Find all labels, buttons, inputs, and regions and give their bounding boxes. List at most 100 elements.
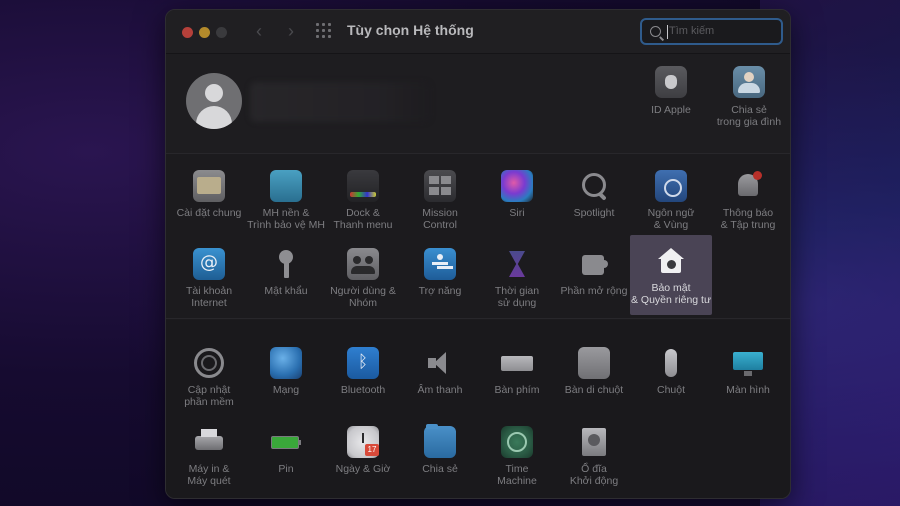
apple-id-icon — [655, 66, 687, 98]
zoom-window-button[interactable] — [216, 27, 227, 38]
pref-item-displays[interactable]: Màn hình — [707, 337, 789, 417]
pref-item-notifications[interactable]: Thông báo & Tập trung — [707, 160, 789, 240]
pref-label: Ngôn ngữ & Vùng — [647, 207, 695, 231]
pref-label: Người dùng & Nhóm — [330, 285, 396, 309]
pref-label: MH nền & Trình bảo vệ MH — [247, 207, 325, 231]
sharing-icon — [424, 424, 456, 458]
network-icon — [270, 347, 302, 379]
sound-icon — [424, 347, 456, 379]
minimize-window-button[interactable] — [199, 27, 210, 38]
pref-item-general[interactable]: Cài đặt chung — [168, 160, 250, 240]
pref-label: Bàn di chuột — [564, 384, 624, 396]
pref-item-accessibility[interactable]: Trợ năng — [399, 238, 481, 318]
mission-control-icon — [424, 170, 456, 202]
pref-item-security-privacy[interactable]: Bảo mật & Quyền riêng tư — [630, 235, 712, 315]
pref-item-mouse[interactable]: Chuột — [630, 337, 712, 417]
pref-item-users-groups[interactable]: Người dùng & Nhóm — [322, 238, 404, 318]
pref-item-startup-disk[interactable]: Ổ đĩa Khởi động — [553, 416, 635, 496]
pref-item-desktop-screensaver[interactable]: MH nền & Trình bảo vệ MH — [245, 160, 327, 240]
user-avatar[interactable] — [186, 73, 242, 129]
user-account-section: ID Apple Chia sẻ trong gia đình — [166, 54, 790, 154]
pref-item-sound[interactable]: Âm thanh — [399, 337, 481, 417]
apple-id-item[interactable]: ID Apple — [631, 66, 711, 116]
search-icon — [650, 26, 661, 37]
pref-item-spotlight[interactable]: Spotlight — [553, 160, 635, 240]
pref-item-network[interactable]: Mạng — [245, 337, 327, 417]
pref-item-siri[interactable]: Siri — [476, 160, 558, 240]
extensions-icon — [578, 248, 610, 280]
pref-item-time-machine[interactable]: Time Machine — [476, 416, 558, 496]
title-bar: ‹ › Tùy chọn Hệ thống Tìm kiếm — [166, 10, 790, 54]
family-sharing-item[interactable]: Chia sẻ trong gia đình — [709, 66, 789, 128]
pref-label: Màn hình — [726, 384, 770, 396]
pref-item-battery[interactable]: Pin — [245, 416, 327, 496]
time-machine-icon — [501, 426, 533, 458]
pref-item-bluetooth[interactable]: Bluetooth — [322, 337, 404, 417]
trackpad-icon — [578, 347, 610, 379]
language-region-icon — [655, 170, 687, 202]
internet-accounts-icon — [193, 248, 225, 280]
keyboard-icon — [501, 347, 533, 379]
pref-item-passwords[interactable]: Mật khẩu — [245, 238, 327, 318]
pref-label: Máy in & Máy quét — [187, 463, 231, 487]
pref-item-keyboard[interactable]: Bàn phím — [476, 337, 558, 417]
pref-label: Mission Control — [422, 207, 458, 231]
pref-label: Bluetooth — [340, 384, 386, 396]
pref-item-mission-control[interactable]: Mission Control — [399, 160, 481, 240]
pref-label: Âm thanh — [417, 384, 463, 396]
pref-item-sharing[interactable]: Chia sẻ — [399, 416, 481, 496]
bluetooth-icon — [347, 347, 379, 379]
screen-time-icon — [501, 248, 533, 280]
pref-label: Mật khẩu — [264, 285, 308, 297]
family-sharing-icon — [733, 66, 765, 98]
pref-item-extensions[interactable]: Phần mở rộng — [553, 238, 635, 318]
displays-icon — [732, 347, 764, 379]
spotlight-icon — [578, 170, 610, 202]
passwords-icon — [270, 248, 302, 280]
printers-scanners-icon — [193, 426, 225, 458]
accessibility-icon — [424, 248, 456, 280]
pref-item-screen-time[interactable]: Thời gian sử dụng — [476, 238, 558, 318]
search-input[interactable]: Tìm kiếm — [640, 18, 783, 45]
pref-label: Trợ năng — [418, 285, 462, 297]
notifications-icon — [732, 170, 764, 202]
pref-item-software-update[interactable]: Cập nhật phần mềm — [168, 337, 250, 417]
pref-item-internet-accounts[interactable]: Tài khoản Internet — [168, 238, 250, 318]
pref-label: Chuột — [656, 384, 686, 396]
pref-label: Dock & Thanh menu — [333, 207, 393, 231]
pref-label: Time Machine — [497, 463, 537, 487]
blurred-user-name — [250, 82, 430, 122]
back-chevron-icon[interactable]: ‹ — [250, 21, 268, 41]
startup-disk-icon — [578, 426, 610, 458]
users-groups-icon — [347, 248, 379, 280]
pref-item-trackpad[interactable]: Bàn di chuột — [553, 337, 635, 417]
pref-label: Ngày & Giờ — [335, 463, 391, 475]
pref-label: Pin — [278, 463, 294, 475]
software-update-icon — [193, 347, 225, 379]
pref-label: Spotlight — [573, 207, 615, 219]
pref-item-date-time[interactable]: Ngày & Giờ — [322, 416, 404, 496]
pref-label: Siri — [509, 207, 525, 219]
window-title: Tùy chọn Hệ thống — [347, 22, 474, 38]
pref-item-dock-menubar[interactable]: Dock & Thanh menu — [322, 160, 404, 240]
pref-label: Ổ đĩa Khởi động — [569, 463, 619, 487]
pref-label: Thời gian sử dụng — [494, 285, 540, 309]
mouse-icon — [655, 347, 687, 379]
apple-id-label: ID Apple — [651, 104, 691, 116]
close-window-button[interactable] — [182, 27, 193, 38]
general-icon — [193, 170, 225, 202]
pref-label: Cập nhật phần mềm — [184, 384, 234, 408]
family-sharing-label: Chia sẻ trong gia đình — [716, 104, 782, 128]
show-all-grid-icon[interactable] — [316, 23, 334, 41]
pref-label: Chia sẻ — [422, 463, 458, 475]
pref-label: Bảo mật & Quyền riêng tư — [631, 282, 711, 306]
pref-item-language-region[interactable]: Ngôn ngữ & Vùng — [630, 160, 712, 240]
forward-chevron-icon[interactable]: › — [282, 21, 300, 41]
siri-icon — [501, 170, 533, 202]
pref-label: Cài đặt chung — [176, 207, 242, 219]
dock-menubar-icon — [347, 170, 379, 202]
text-caret — [667, 25, 668, 39]
pref-item-printers-scanners[interactable]: Máy in & Máy quét — [168, 416, 250, 496]
pref-label: Mạng — [272, 384, 300, 396]
pref-label: Thông báo & Tập trung — [720, 207, 776, 231]
